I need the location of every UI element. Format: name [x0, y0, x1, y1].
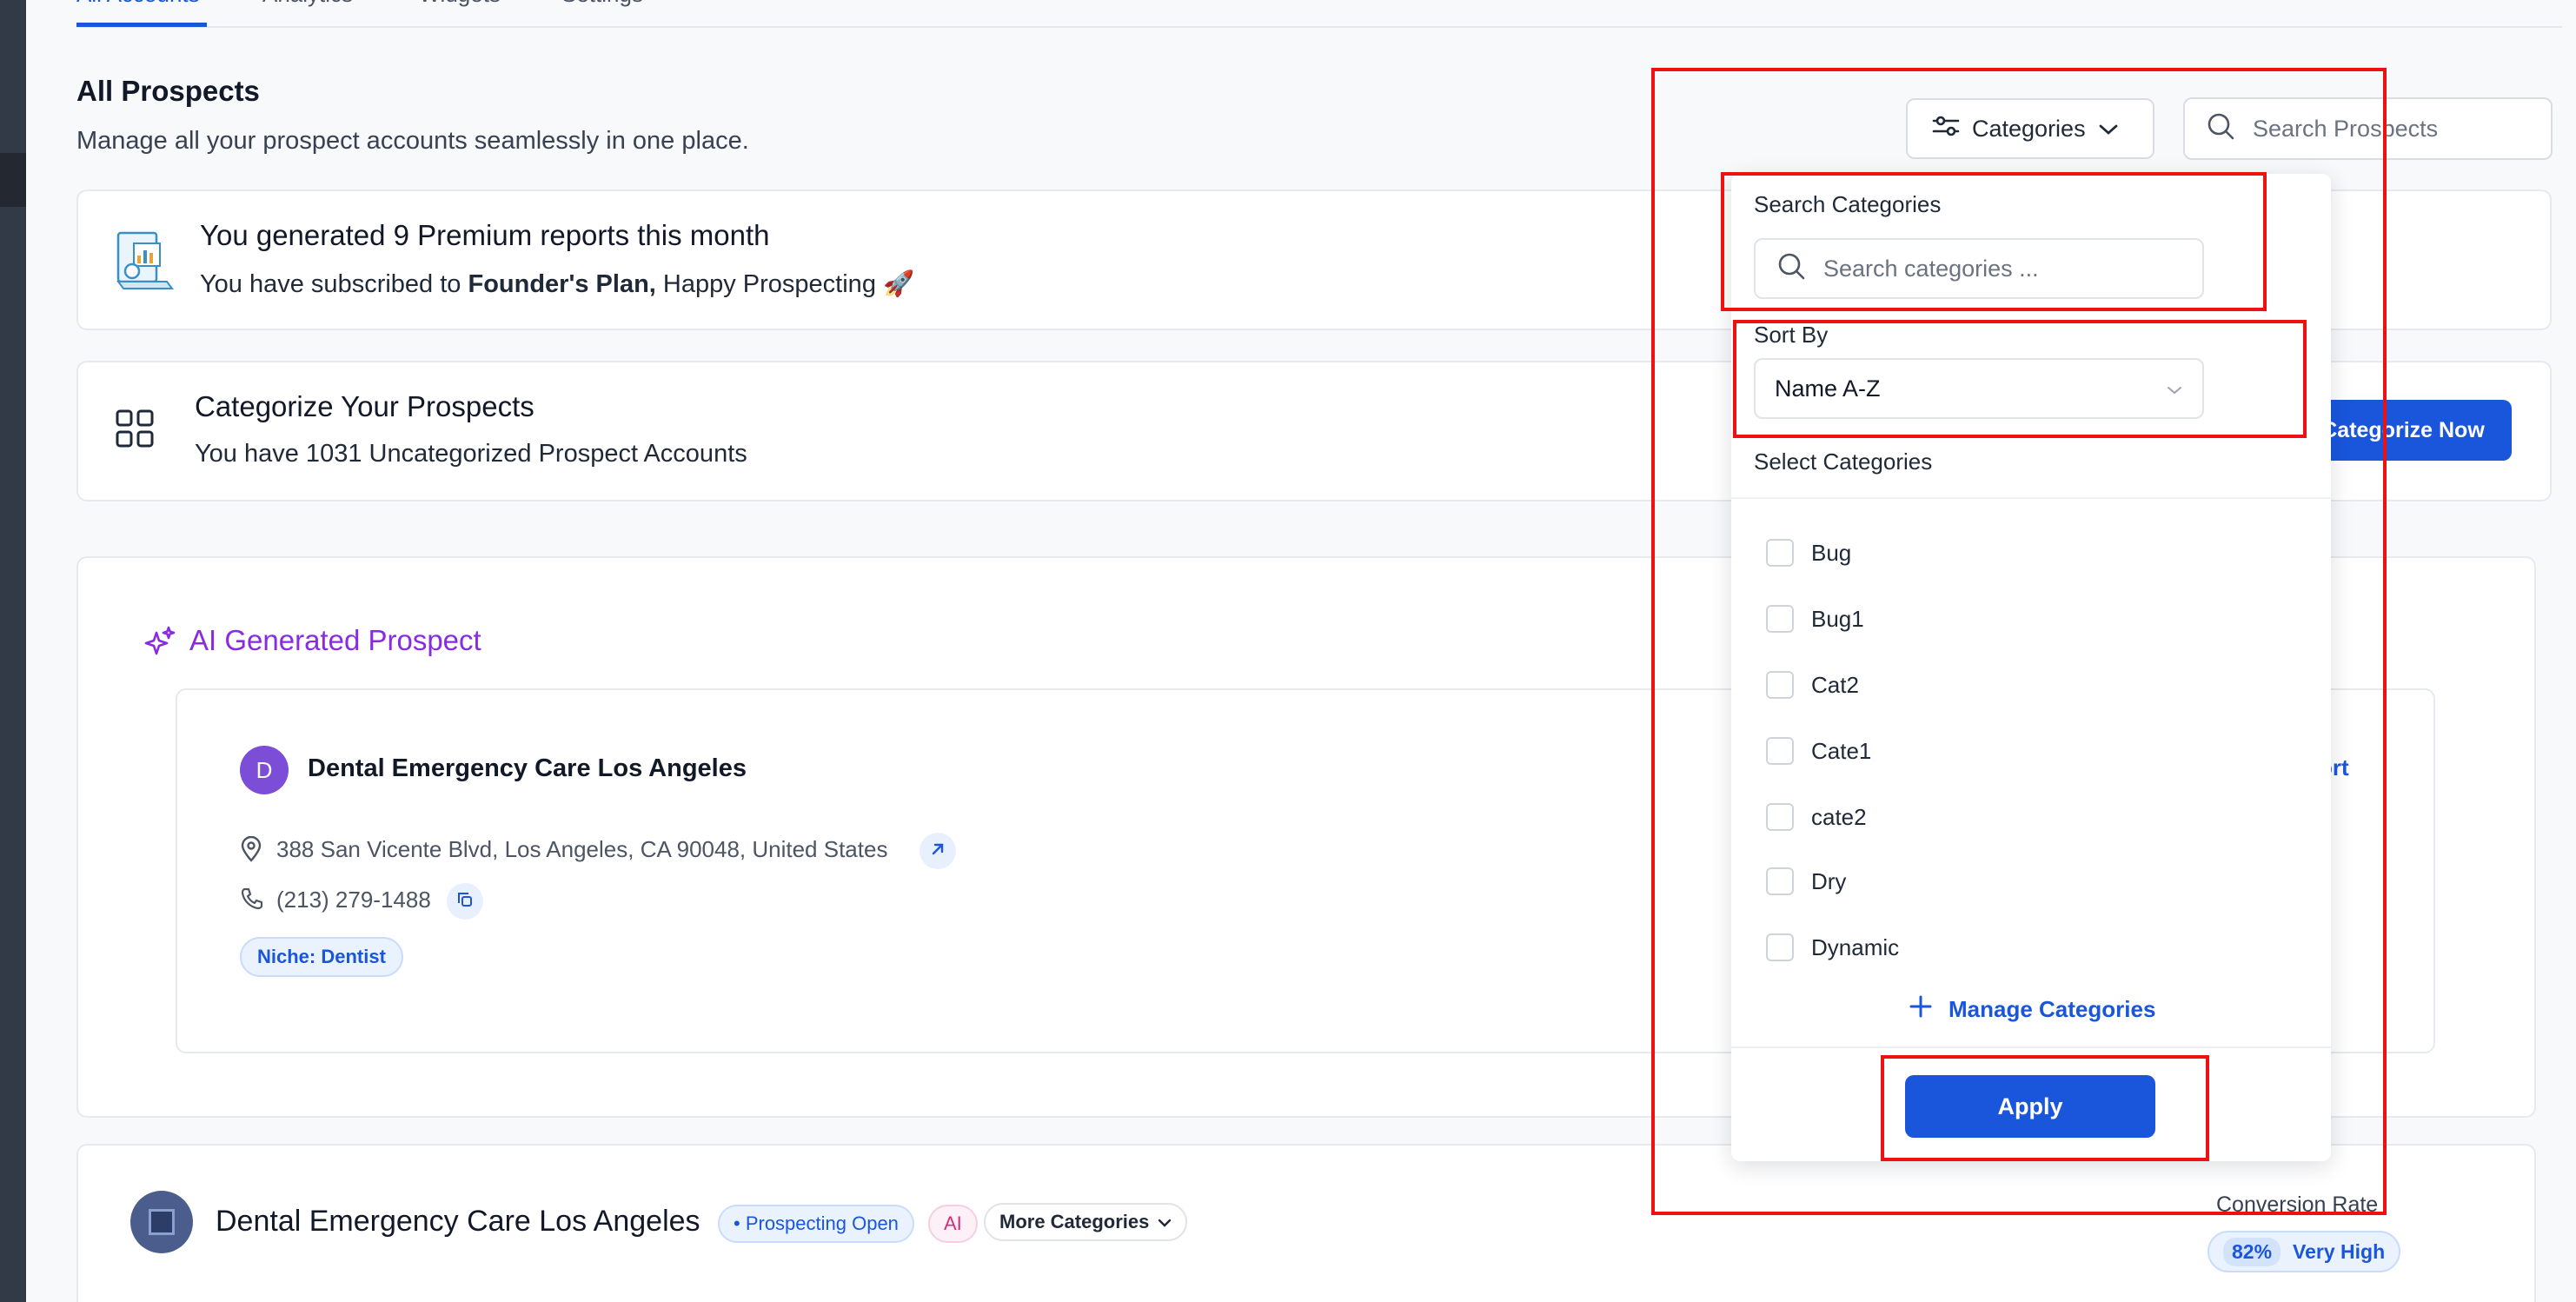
niche-badge: Niche: Dentist: [240, 937, 403, 977]
report-chart-icon: [111, 228, 177, 298]
business-name: Dental Emergency Care Los Angeles: [308, 754, 747, 782]
top-tabs: All Accounts Analytics Widgets Settings: [76, 0, 2562, 28]
page-title: All Prospects: [76, 75, 260, 107]
active-tab-underline: [76, 23, 207, 27]
subscription-suffix: Happy Prospecting 🚀: [655, 270, 915, 298]
uncategorized-count: You have 1031 Uncategorized Prospect Acc…: [195, 440, 747, 468]
conversion-rate-level: Very High: [2293, 1239, 2386, 1263]
page-subtitle: Manage all your prospect accounts seamle…: [76, 127, 749, 155]
plan-name: Founder's Plan,: [468, 270, 656, 298]
grid-icon: [115, 409, 155, 453]
copy-phone-button[interactable]: [447, 883, 483, 920]
annotation-box-sort: [1733, 320, 2307, 438]
subscription-prefix: You have subscribed to: [200, 270, 468, 298]
avatar: [130, 1191, 193, 1253]
status-badge: • Prospecting Open: [718, 1205, 914, 1243]
premium-reports-title: You generated 9 Premium reports this mon…: [200, 219, 770, 251]
categorize-title: Categorize Your Prospects: [195, 390, 534, 422]
tab-settings[interactable]: Settings: [561, 0, 643, 8]
conversion-rate-value: 82%: [2223, 1237, 2281, 1266]
phone-icon: [240, 887, 264, 915]
sidebar-active-marker: [0, 153, 26, 207]
conversion-rate-badge: 82% Very High: [2208, 1231, 2401, 1272]
ai-badge: AI: [928, 1205, 978, 1243]
business-phone: (213) 279-1488: [276, 887, 431, 913]
business-address: 388 San Vicente Blvd, Los Angeles, CA 90…: [276, 836, 888, 862]
open-map-button[interactable]: [920, 833, 956, 869]
avatar: D: [240, 746, 289, 794]
copy-icon: [456, 891, 474, 913]
sparkle-icon: [144, 626, 176, 661]
annotation-box-apply: [1881, 1055, 2209, 1161]
location-pin-icon: [240, 835, 262, 867]
tab-widgets[interactable]: Widgets: [419, 0, 501, 8]
ai-generated-title: AI Generated Prospect: [189, 624, 481, 656]
tab-analytics[interactable]: Analytics: [262, 0, 353, 8]
tab-all-accounts[interactable]: All Accounts: [76, 0, 200, 8]
subscription-line: You have subscribed to Founder's Plan, H…: [200, 269, 914, 299]
more-categories-label: More Categories: [999, 1211, 1150, 1232]
chevron-down-icon: [1158, 1211, 1172, 1233]
arrow-up-right-icon: [930, 841, 946, 861]
more-categories-dropdown[interactable]: More Categories: [984, 1203, 1188, 1241]
annotation-box-search: [1721, 172, 2267, 311]
prospect-name[interactable]: Dental Emergency Care Los Angeles: [216, 1205, 700, 1239]
